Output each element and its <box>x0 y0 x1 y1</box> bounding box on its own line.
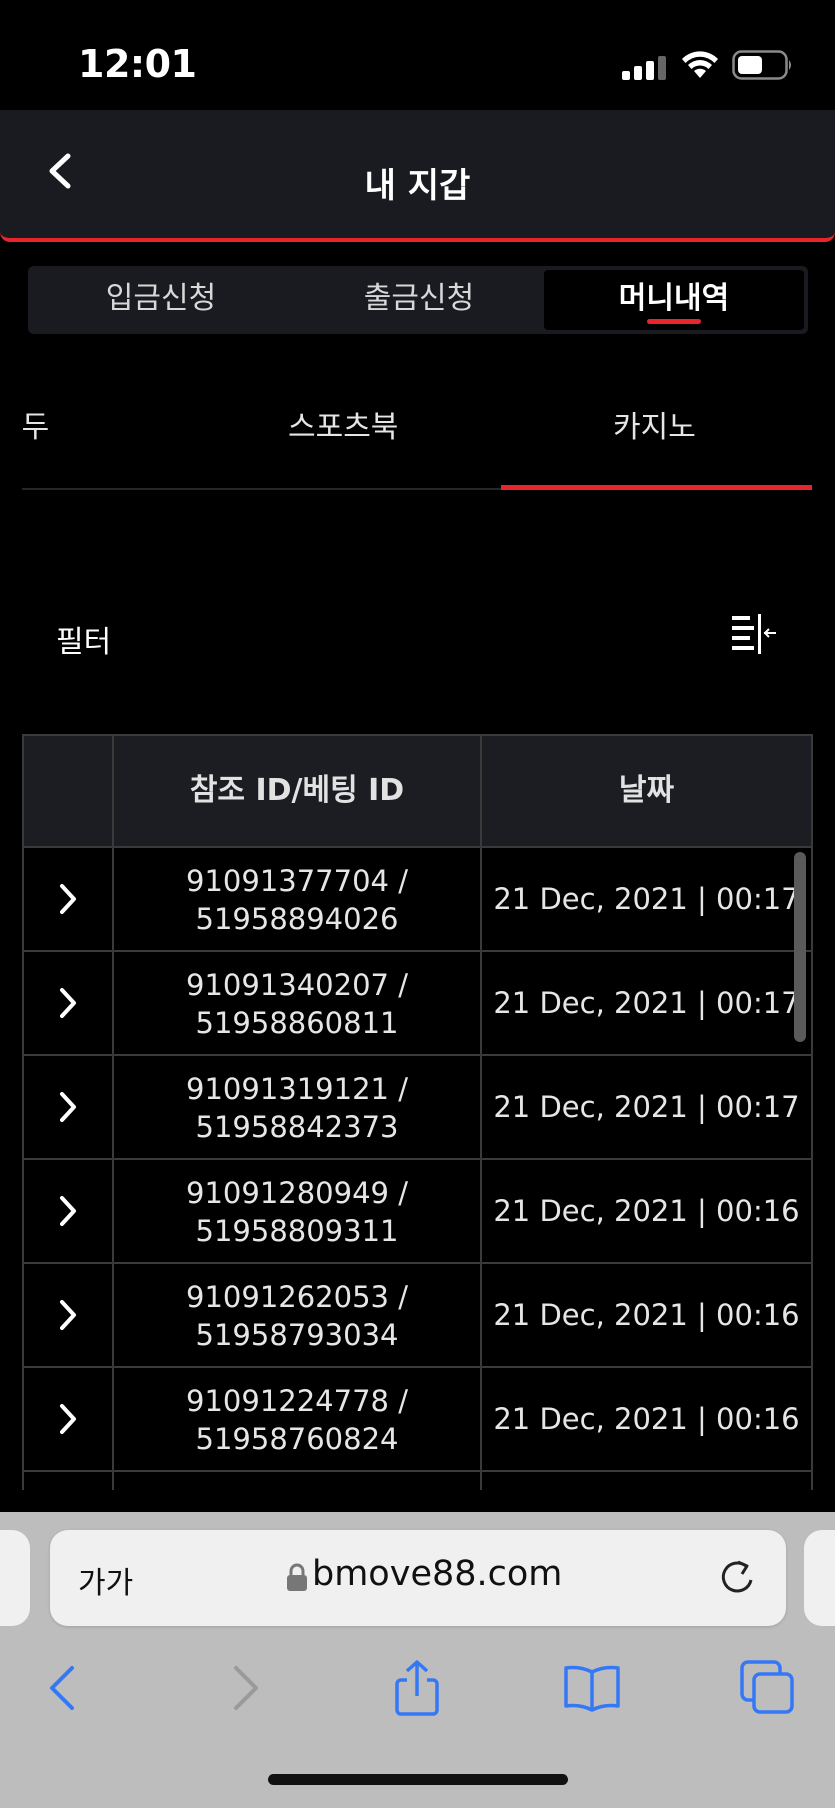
tab-label: 머니내역 <box>618 281 730 316</box>
row-date: 21 Dec, 2021 | 00:17 <box>493 986 800 1020</box>
active-tab-indicator <box>647 319 701 324</box>
row-date: 21 Dec, 2021 | 00:16 <box>493 1402 800 1436</box>
table-row: 91091377704 / 51958894026 21 Dec, 2021 |… <box>24 848 811 952</box>
text-size-button[interactable]: 가가 <box>78 1558 133 1602</box>
column-divider <box>112 736 114 1490</box>
table-header: 참조 ID/베팅 ID 날짜 <box>24 736 811 848</box>
lock-icon <box>287 1563 307 1591</box>
tab-label: 입금신청 <box>105 281 217 316</box>
back-icon[interactable] <box>34 1658 94 1718</box>
bet-id: 51958793034 <box>195 1318 399 1352</box>
tab-label: 모두 <box>22 410 50 445</box>
reference-bet-id: 91091262053 / 51958793034 <box>114 1278 480 1354</box>
table-row: 91091340207 / 51958860811 21 Dec, 2021 |… <box>24 952 811 1056</box>
active-category-indicator <box>501 485 812 490</box>
chevron-right-icon <box>60 988 76 1018</box>
column-header-expand <box>24 736 112 846</box>
browser-toolbar: 가가 bmove88.com <box>0 1512 835 1808</box>
bet-id: 51958894026 <box>195 902 399 936</box>
bet-id: 51958842373 <box>195 1110 399 1144</box>
reference-id: 91091280949 / <box>186 1176 408 1210</box>
tab-label: 카지노 <box>613 410 696 445</box>
row-date: 21 Dec, 2021 | 00:17 <box>493 882 800 916</box>
column-header-date: 날짜 <box>618 773 675 808</box>
row-expand-button[interactable] <box>24 848 112 950</box>
tabs-icon[interactable] <box>738 1658 798 1718</box>
reference-bet-id: 91091340207 / 51958860811 <box>114 966 480 1042</box>
chevron-right-icon <box>60 1404 76 1434</box>
reference-id: 91091224778 / <box>186 1384 408 1418</box>
bet-id: 51958860811 <box>195 1006 399 1040</box>
wallet-segment-tabs: 입금신청 출금신청 머니내역 <box>28 266 808 334</box>
status-bar: 12:01 <box>0 0 835 110</box>
wifi-icon <box>682 51 718 78</box>
row-expand-button[interactable] <box>24 1056 112 1158</box>
column-divider <box>480 736 482 1490</box>
tab-sportsbook[interactable]: 스포츠북 <box>288 402 398 446</box>
chevron-right-icon <box>60 1196 76 1226</box>
url-text: bmove88.com <box>312 1554 563 1594</box>
tab-label: 스포츠북 <box>288 410 399 445</box>
bookmarks-icon[interactable] <box>562 1658 622 1718</box>
tab-all[interactable]: 모두 <box>22 402 49 446</box>
row-date: 21 Dec, 2021 | 00:16 <box>493 1298 800 1332</box>
reference-id: 91091377704 / <box>186 864 408 898</box>
reference-bet-id: 91091377704 / 51958894026 <box>114 862 480 938</box>
forward-icon[interactable] <box>214 1658 274 1718</box>
category-tabs: 모두 스포츠북 카지노 <box>22 380 812 490</box>
row-expand-button[interactable] <box>24 952 112 1054</box>
tab-money-history[interactable]: 머니내역 <box>544 270 804 330</box>
bet-id: 51958809311 <box>195 1214 399 1248</box>
tab-withdrawal-request[interactable]: 출금신청 <box>290 270 548 330</box>
battery-icon <box>732 50 791 80</box>
table-row: 91091224778 / 51958760824 21 Dec, 2021 |… <box>24 1368 811 1472</box>
chevron-right-icon <box>60 1300 76 1330</box>
chevron-right-icon <box>60 1092 76 1122</box>
history-table: 참조 ID/베팅 ID 날짜 91091377704 / 51958894026… <box>22 734 813 1490</box>
filter-icon[interactable] <box>730 612 778 656</box>
page-title: 내 지갑 <box>364 166 471 206</box>
reload-icon[interactable] <box>716 1556 758 1600</box>
address-bar[interactable]: 가가 bmove88.com <box>50 1530 786 1626</box>
status-time: 12:01 <box>78 42 197 86</box>
reference-bet-id: 91091319121 / 51958842373 <box>114 1070 480 1146</box>
row-expand-button[interactable] <box>24 1264 112 1366</box>
cellular-signal-icon <box>622 56 666 80</box>
row-date: 21 Dec, 2021 | 00:17 <box>493 1090 800 1124</box>
reference-id: 91091340207 / <box>186 968 408 1002</box>
app-header: 내 지갑 <box>0 110 835 242</box>
previous-tab-preview[interactable] <box>0 1530 30 1626</box>
filter-label: 필터 <box>56 625 112 660</box>
reference-id: 91091319121 / <box>186 1072 408 1106</box>
table-row: 91091319121 / 51958842373 21 Dec, 2021 |… <box>24 1056 811 1160</box>
table-row: 91091280949 / 51958809311 21 Dec, 2021 |… <box>24 1160 811 1264</box>
chevron-right-icon <box>60 884 76 914</box>
reference-bet-id: 91091224778 / 51958760824 <box>114 1382 480 1458</box>
bet-id: 51958760824 <box>195 1422 399 1456</box>
tab-label: 출금신청 <box>363 281 475 316</box>
column-header-reference-id: 참조 ID/베팅 ID <box>189 773 405 808</box>
table-scrollbar[interactable] <box>794 852 806 1042</box>
reference-id: 91091262053 / <box>186 1280 408 1314</box>
home-indicator <box>268 1774 568 1785</box>
table-row: 91091262053 / 51958793034 21 Dec, 2021 |… <box>24 1264 811 1368</box>
tab-deposit-request[interactable]: 입금신청 <box>32 270 290 330</box>
row-date: 21 Dec, 2021 | 00:16 <box>493 1194 800 1228</box>
reference-bet-id: 91091280949 / 51958809311 <box>114 1174 480 1250</box>
row-expand-button[interactable] <box>24 1160 112 1262</box>
row-expand-button[interactable] <box>24 1368 112 1470</box>
tab-casino[interactable]: 카지노 <box>613 402 696 446</box>
share-icon[interactable] <box>387 1658 447 1718</box>
next-tab-preview[interactable] <box>804 1530 835 1626</box>
